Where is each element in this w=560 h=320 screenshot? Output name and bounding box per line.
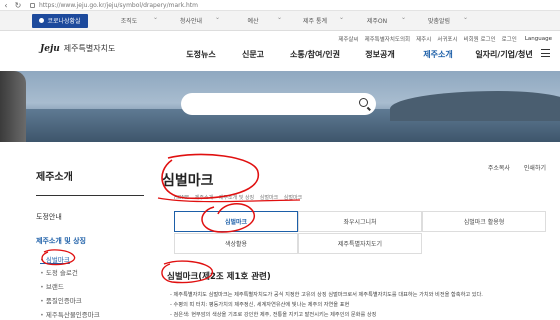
search-input[interactable] bbox=[181, 93, 376, 115]
lock-icon bbox=[30, 2, 35, 8]
menu-news[interactable]: 도정뉴스 bbox=[175, 49, 227, 60]
gnb-link-jejusalssi[interactable]: 제주살씨 bbox=[338, 35, 358, 43]
banner-statue bbox=[0, 71, 26, 142]
breadcrumb-item: 심벌마크 bbox=[283, 195, 303, 201]
util-link-org[interactable]: 조직도 bbox=[98, 14, 160, 25]
site-logo[interactable]: Jeju 제주특별자치도 bbox=[40, 43, 115, 54]
menu-jobs[interactable]: 일자리/기업/청년 bbox=[467, 49, 541, 60]
breadcrumb-item[interactable]: 제주소개 bbox=[195, 195, 213, 201]
tab-application[interactable]: 심벌마크 활용형 bbox=[422, 211, 546, 232]
sidebar-sub-slogan[interactable]: 도정 슬로건 bbox=[40, 267, 78, 277]
tab-flag[interactable]: 제주특별자치도기 bbox=[298, 233, 422, 254]
main-menu: 도정뉴스 신문고 소통/참여/인권 정보공개 제주소개 일자리/기업/청년 bbox=[175, 49, 541, 60]
section-title: 심벌마크(제2조 제1호 관련) bbox=[167, 272, 271, 282]
tab-color[interactable]: 색상활용 bbox=[174, 233, 298, 254]
sidebar-sub-quality[interactable]: 품질인증마크 bbox=[40, 295, 82, 305]
gnb-link-seogwipo[interactable]: 서귀포시 bbox=[437, 35, 457, 43]
description-line: - 수평의 띠 터치: 평등가치의 제주정신, 세계자연유산에 빛나는 제주의 … bbox=[170, 302, 350, 308]
sidebar-sub-brand[interactable]: 브랜드 bbox=[40, 281, 64, 291]
util-link-stats[interactable]: 제주 통계 bbox=[284, 14, 346, 25]
page-title: 심벌마크 bbox=[162, 173, 214, 189]
site-links: 조직도 청사안내 예산 제주 통계 제주ON 맞춤알림 bbox=[98, 14, 470, 25]
url-field[interactable]: https://www.jeju.go.kr/jeju/symbol/drape… bbox=[30, 2, 198, 9]
gnb-link-council[interactable]: 제주특별자치도의회 bbox=[365, 35, 411, 43]
description-line: - 제주특별자치도 심벌마크는 제주특별자치도가 공식 지정한 고유의 상징 심… bbox=[170, 292, 483, 298]
description-line: - 검은색: 현무암의 색상을 기조로 강인한 제주, 전통을 지키고 발전시키… bbox=[170, 312, 377, 318]
copy-url-button[interactable]: 주소복사 bbox=[488, 163, 510, 172]
util-link-office[interactable]: 청사안내 bbox=[160, 14, 222, 25]
covid-icon bbox=[39, 18, 45, 23]
menu-info[interactable]: 정보공개 bbox=[351, 49, 409, 60]
util-link-budget[interactable]: 예산 bbox=[222, 14, 284, 25]
menu-petition[interactable]: 신문고 bbox=[227, 49, 279, 60]
language-select[interactable]: Language bbox=[525, 36, 552, 42]
breadcrumb-item[interactable]: 제주소개 및 상징 bbox=[219, 195, 254, 201]
page-tools: 주소복사 인쇄하기 bbox=[474, 163, 546, 172]
gnb-link-login[interactable]: 로그인 bbox=[502, 35, 517, 43]
tab-signature[interactable]: 좌우시그니처 bbox=[298, 211, 422, 232]
logo-text: 제주특별자치도 bbox=[63, 44, 116, 53]
tab-symbol[interactable]: 심벌마크 bbox=[174, 211, 298, 232]
sidebar-sub-specialty[interactable]: 제주특산물인증마크 bbox=[40, 309, 100, 319]
util-link-jejuon[interactable]: 제주ON bbox=[346, 14, 408, 25]
sidebar-item-admin[interactable]: 도정안내 bbox=[36, 212, 62, 222]
back-icon[interactable]: ‹ bbox=[0, 0, 12, 11]
refresh-icon[interactable]: ↻ bbox=[12, 0, 24, 11]
sidebar-divider bbox=[36, 195, 144, 196]
hero-banner bbox=[0, 71, 560, 142]
gnb-link-guest-login[interactable]: 비회원 로그인 bbox=[464, 35, 496, 43]
print-button[interactable]: 인쇄하기 bbox=[524, 163, 546, 172]
gnb-link-jejusi[interactable]: 제주시 bbox=[416, 35, 431, 43]
covid-center-button[interactable]: 코로나상황실 bbox=[32, 13, 88, 28]
menu-intro[interactable]: 제주소개 bbox=[409, 49, 467, 60]
sidebar-title: 제주소개 bbox=[36, 172, 73, 183]
sidebar-item-intro[interactable]: 제주소개 및 상징 bbox=[36, 236, 86, 246]
breadcrumb: HOME 제주소개 제주소개 및 상징 심벌마크 심벌마크 bbox=[174, 194, 306, 201]
menu-participation[interactable]: 소통/참여/인권 bbox=[279, 49, 351, 60]
url-text: https://www.jeju.go.kr/jeju/symbol/drape… bbox=[39, 1, 198, 9]
breadcrumb-home[interactable]: HOME bbox=[174, 195, 189, 201]
browser-address-bar: ‹ ↻ https://www.jeju.go.kr/jeju/symbol/d… bbox=[0, 0, 560, 11]
utility-bar: 코로나상황실 조직도 청사안내 예산 제주 통계 제주ON 맞춤알림 bbox=[0, 11, 560, 31]
breadcrumb-item[interactable]: 심벌마크 bbox=[260, 195, 278, 201]
banner-hill bbox=[390, 91, 560, 121]
util-link-alert[interactable]: 맞춤알림 bbox=[408, 14, 470, 25]
covid-label: 코로나상황실 bbox=[47, 18, 81, 25]
logo-mark: Jeju bbox=[40, 43, 60, 54]
global-links: 제주살씨 제주특별자치도의회 제주시 서귀포시 비회원 로그인 로그인 Lang… bbox=[332, 35, 552, 43]
menu-icon[interactable] bbox=[541, 49, 550, 57]
sidebar-sub-symbol[interactable]: 심벌마크 bbox=[40, 254, 70, 264]
search-icon[interactable] bbox=[359, 98, 368, 107]
